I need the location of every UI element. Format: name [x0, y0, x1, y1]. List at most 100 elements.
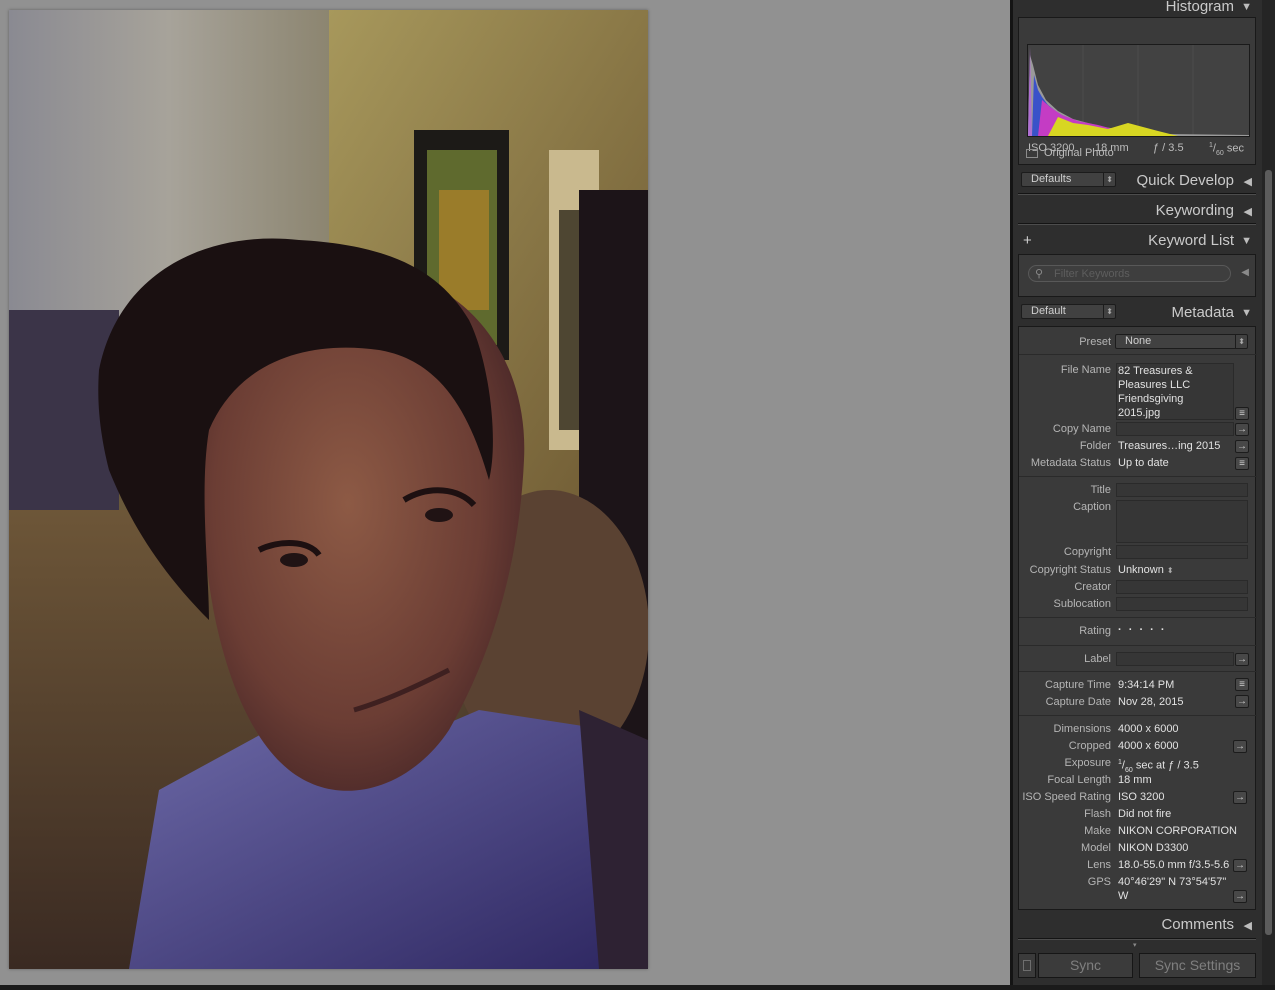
- metadata-section: Preset None ⬍ File Name 82 Treasures & Pl…: [1018, 326, 1257, 910]
- filter-keywords-placeholder: Filter Keywords: [1054, 268, 1130, 280]
- file-name-line: Pleasures LLC: [1118, 379, 1191, 391]
- title-field[interactable]: [1116, 483, 1248, 497]
- section-divider: [1018, 938, 1256, 940]
- arrow-right-icon[interactable]: →: [1235, 423, 1249, 436]
- filter-keywords-input[interactable]: ⚲ Filter Keywords: [1028, 265, 1231, 282]
- expand-triangle-icon[interactable]: ◀: [1244, 205, 1252, 218]
- switch-icon: [1023, 960, 1031, 971]
- stepper-icon: ⬍: [1235, 335, 1245, 348]
- copy-name-label: Copy Name: [1052, 423, 1111, 435]
- capture-date-label: Capture Date: [1045, 696, 1111, 708]
- copyright-field[interactable]: [1116, 545, 1248, 559]
- file-name-line: Friendsgiving: [1118, 393, 1184, 405]
- original-photo-checkbox[interactable]: [1026, 149, 1038, 158]
- gps-label: GPS: [1087, 876, 1111, 888]
- arrow-right-icon[interactable]: →: [1235, 440, 1249, 453]
- gps-value-line2: W: [1118, 890, 1129, 902]
- lens-label: Lens: [1087, 859, 1111, 871]
- add-keyword-icon[interactable]: +: [1023, 232, 1032, 249]
- arrow-right-icon[interactable]: →: [1233, 740, 1247, 753]
- model-label: Model: [1081, 842, 1111, 854]
- arrow-right-icon[interactable]: →: [1235, 695, 1249, 708]
- right-panel: Histogram ▼ ISO 3200 18 mm ƒ / 3.5 1/60 …: [1013, 0, 1262, 985]
- dimensions-value: 4000 x 6000: [1118, 723, 1179, 735]
- histogram-graph[interactable]: [1027, 44, 1250, 137]
- collapse-triangle-icon[interactable]: ▼: [1241, 1, 1252, 13]
- iso-label: ISO Speed Rating: [1022, 791, 1111, 803]
- filmstrip-edge: [0, 985, 1275, 990]
- sync-settings-button[interactable]: Sync Settings: [1139, 953, 1256, 978]
- caption-field[interactable]: [1116, 500, 1248, 543]
- histogram-title: Histogram: [1165, 0, 1234, 15]
- preset-select[interactable]: None ⬍: [1115, 334, 1248, 349]
- stepper-icon: ⬍: [1166, 566, 1174, 575]
- collapse-triangle-icon[interactable]: ▼: [1241, 235, 1252, 247]
- collapse-triangle-icon[interactable]: ▼: [1241, 307, 1252, 319]
- photo-preview[interactable]: [9, 10, 648, 969]
- iso-value: ISO 3200: [1118, 791, 1165, 803]
- arrow-right-icon[interactable]: →: [1235, 653, 1249, 666]
- label-field[interactable]: [1116, 652, 1234, 666]
- filter-arrow-icon[interactable]: ◀: [1241, 267, 1249, 278]
- arrow-right-icon[interactable]: →: [1233, 890, 1247, 903]
- arrow-right-icon[interactable]: →: [1233, 791, 1247, 804]
- file-name-label: File Name: [1060, 364, 1111, 376]
- make-value: NIKON CORPORATION: [1118, 825, 1237, 837]
- metadata-label-row: Label →: [1019, 646, 1257, 672]
- make-label: Make: [1084, 825, 1111, 837]
- quick-develop-preset-select[interactable]: Defaults ⬍: [1021, 172, 1116, 187]
- comments-header[interactable]: Comments ◀: [1013, 912, 1262, 940]
- metadata-camera-group: Dimensions 4000 x 6000 Cropped 4000 x 60…: [1019, 716, 1255, 909]
- gps-value-line1: 40°46'29" N 73°54'57": [1118, 876, 1227, 888]
- sublocation-label: Sublocation: [1053, 598, 1112, 610]
- preset-label: Preset: [1079, 336, 1111, 348]
- file-name-field[interactable]: 82 Treasures & Pleasures LLC Friendsgivi…: [1116, 363, 1234, 420]
- quick-develop-header[interactable]: Defaults ⬍ Quick Develop ◀: [1013, 168, 1262, 196]
- metadata-description-group: Title Caption Copyright Copyright Status…: [1019, 477, 1257, 618]
- comments-title: Comments: [1161, 916, 1234, 933]
- focal-length-value: 18 mm: [1118, 774, 1152, 786]
- panel-scrollbar[interactable]: [1262, 0, 1275, 985]
- search-icon: ⚲: [1035, 268, 1044, 280]
- expand-triangle-icon[interactable]: ◀: [1244, 175, 1252, 188]
- panel-end-marker-icon: ▾: [1133, 942, 1137, 949]
- copy-name-field[interactable]: [1116, 422, 1234, 436]
- metadata-file-group: File Name 82 Treasures & Pleasures LLC F…: [1019, 355, 1257, 477]
- stepper-icon: ⬍: [1103, 305, 1113, 318]
- keyword-list-header[interactable]: + Keyword List ▼: [1013, 228, 1262, 256]
- creator-field[interactable]: [1116, 580, 1248, 594]
- cropped-value: 4000 x 6000: [1118, 740, 1179, 752]
- list-icon[interactable]: ≡: [1235, 678, 1249, 691]
- copyright-status-select[interactable]: Unknown ⬍: [1118, 563, 1174, 578]
- list-icon[interactable]: ≡: [1235, 457, 1249, 470]
- flash-value: Did not fire: [1118, 808, 1172, 820]
- exposure-rest: sec at ƒ / 3.5: [1135, 759, 1199, 772]
- sync-button[interactable]: Sync: [1038, 953, 1133, 978]
- exposure-label: Exposure: [1064, 757, 1111, 769]
- image-canvas: [0, 0, 1010, 990]
- cropped-label: Cropped: [1068, 740, 1111, 752]
- auto-sync-switch[interactable]: [1018, 953, 1036, 978]
- sublocation-field[interactable]: [1116, 597, 1248, 611]
- quick-develop-preset: Defaults: [1031, 173, 1072, 185]
- capture-date-value: Nov 28, 2015: [1118, 696, 1184, 708]
- keywording-header[interactable]: Keywording ◀: [1013, 198, 1262, 226]
- rating-label: Rating: [1079, 625, 1111, 637]
- histogram-aperture: ƒ / 3.5: [1153, 142, 1184, 154]
- shutter-unit: sec: [1226, 142, 1244, 155]
- metadata-capture-group: Capture Time 9:34:14 PM ≡ Capture Date N…: [1019, 672, 1257, 716]
- file-name-line: 82 Treasures &: [1118, 365, 1193, 377]
- exposure-numerator: 1: [1118, 759, 1122, 766]
- shutter-numerator: 1: [1209, 142, 1213, 149]
- original-photo-label: Original Photo: [1044, 147, 1114, 159]
- scrollbar-thumb[interactable]: [1265, 170, 1272, 935]
- list-icon[interactable]: ≡: [1235, 407, 1249, 420]
- histogram-shutter: 1/60 sec: [1209, 142, 1244, 157]
- section-divider: [1018, 193, 1256, 195]
- rating-stars[interactable]: · · · · ·: [1118, 623, 1167, 637]
- metadata-view-select[interactable]: Default ⬍: [1021, 304, 1116, 319]
- label-label: Label: [1084, 653, 1111, 665]
- arrow-right-icon[interactable]: →: [1233, 859, 1247, 872]
- metadata-header[interactable]: Default ⬍ Metadata ▼: [1013, 300, 1262, 328]
- expand-triangle-icon[interactable]: ◀: [1244, 919, 1252, 932]
